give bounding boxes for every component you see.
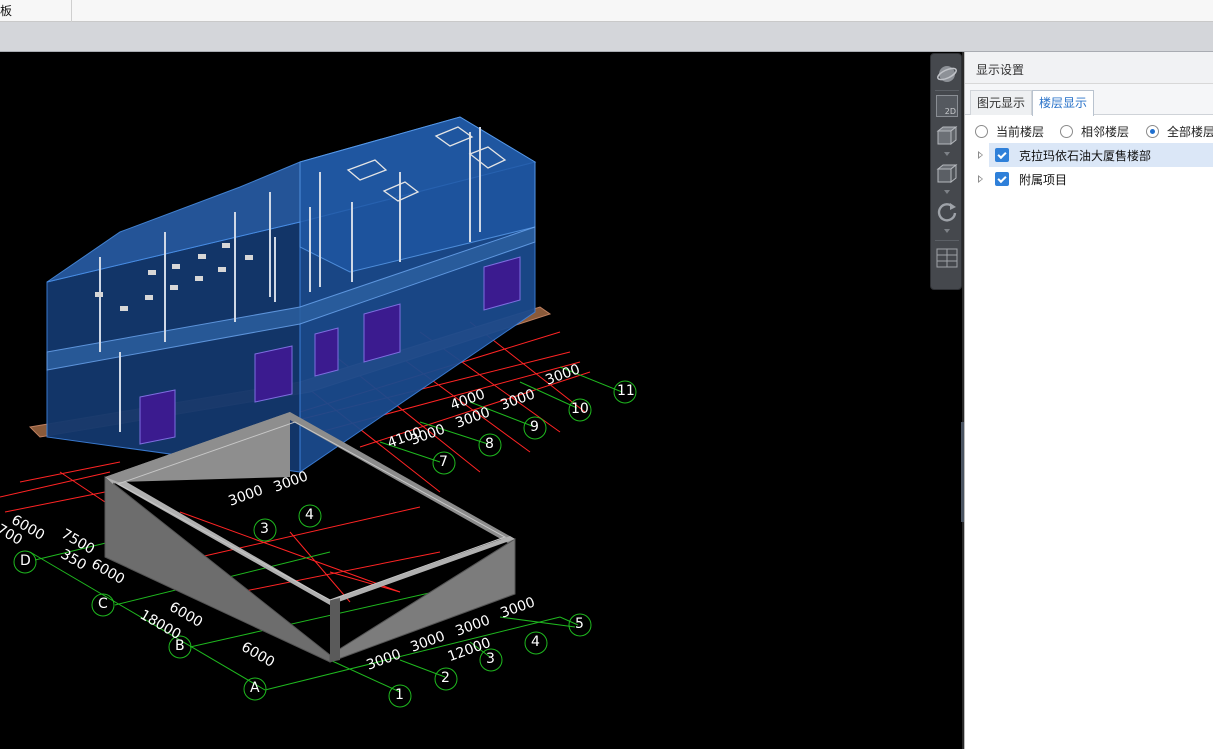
- view-2d-icon: 2D: [936, 95, 958, 117]
- dim-back-5: 4100: [385, 424, 425, 452]
- axis-label-7: 7: [439, 454, 448, 470]
- menu-bar: 面板: [0, 0, 1213, 22]
- radio-all-floors[interactable]: 全部楼层: [1146, 123, 1213, 140]
- floor-radio-group: 当前楼层 相邻楼层 全部楼层: [965, 115, 1213, 145]
- secondary-toolbar: [0, 22, 1213, 52]
- axis-label-2: 2: [441, 670, 450, 686]
- tab-floor-display[interactable]: 楼层显示: [1032, 90, 1095, 116]
- dim-back-3: 3000: [498, 386, 538, 414]
- panel-tabs: 图元显示 楼层显示: [965, 84, 1213, 116]
- expand-arrow-icon[interactable]: [978, 151, 983, 159]
- axis-label-C: C: [98, 596, 108, 612]
- axis-label-4b: 4: [305, 507, 314, 523]
- radio-dot: [1060, 125, 1073, 138]
- axis-label-3b: 3: [260, 521, 269, 537]
- dim-front-0: 3000: [364, 646, 404, 674]
- axis-labels: 1 2 3 4 5 3 4 7 8 9 10 11 A B C D 3000 3…: [0, 52, 963, 749]
- axis-label-11: 11: [617, 383, 635, 399]
- tree-item-project[interactable]: 克拉玛依石油大厦售楼部: [978, 143, 1213, 167]
- radio-adjacent-floor[interactable]: 相邻楼层: [1060, 123, 1129, 140]
- radio-dot: [975, 125, 988, 138]
- dim-left-3: 6000: [88, 556, 128, 588]
- menu-tab-panel[interactable]: 面板: [0, 0, 72, 22]
- view-cube-button[interactable]: [934, 124, 960, 148]
- orbit-icon[interactable]: [934, 62, 960, 86]
- box-view-button[interactable]: [934, 162, 960, 186]
- dim-back-4: 3000: [543, 361, 583, 389]
- tree-item-auxiliary[interactable]: 附属项目: [965, 167, 1213, 191]
- view-cube-icon: [936, 125, 958, 146]
- expand-arrow-icon[interactable]: [978, 175, 983, 183]
- panel-title: 显示设置: [965, 52, 1213, 84]
- axis-label-4: 4: [531, 634, 540, 650]
- dim-inner-1: 3000: [271, 468, 311, 496]
- display-settings-panel: 显示设置 图元显示 楼层显示 当前楼层 相邻楼层 全部楼层 克拉玛依石油大厦售楼…: [964, 52, 1213, 749]
- rotate-button[interactable]: [934, 200, 960, 224]
- layers-grid-button[interactable]: [934, 246, 960, 270]
- axis-label-1: 1: [395, 687, 404, 703]
- checkbox-icon[interactable]: [995, 148, 1009, 162]
- box-icon: [936, 163, 958, 184]
- dim-front-1: 3000: [408, 628, 448, 656]
- tree-item-label: 克拉玛依石油大厦售楼部: [1019, 148, 1152, 163]
- axis-label-3: 3: [486, 651, 495, 667]
- radio-dot-selected: [1146, 125, 1159, 138]
- axis-label-10: 10: [571, 401, 589, 417]
- axis-label-A: A: [250, 680, 260, 696]
- axis-label-5: 5: [575, 616, 584, 632]
- tree-item-label: 附属项目: [1019, 172, 1068, 187]
- view-toolbar: 2D: [930, 53, 962, 290]
- dim-front-3: 3000: [498, 594, 538, 622]
- tab-element-display[interactable]: 图元显示: [970, 90, 1033, 115]
- view-2d-button[interactable]: 2D: [934, 94, 960, 118]
- 3d-viewport[interactable]: 1 2 3 4 5 3 4 7 8 9 10 11 A B C D 3000 3…: [0, 52, 963, 749]
- dim-left-0: 6000: [238, 639, 278, 671]
- checkbox-icon[interactable]: [995, 172, 1009, 186]
- layers-grid-icon: [936, 248, 958, 268]
- radio-current-floor[interactable]: 当前楼层: [975, 123, 1044, 140]
- rotate-icon: [937, 203, 957, 222]
- axis-label-9: 9: [530, 419, 539, 435]
- axis-label-D: D: [20, 553, 31, 569]
- axis-label-8: 8: [485, 436, 494, 452]
- dim-inner-0: 3000: [226, 482, 266, 510]
